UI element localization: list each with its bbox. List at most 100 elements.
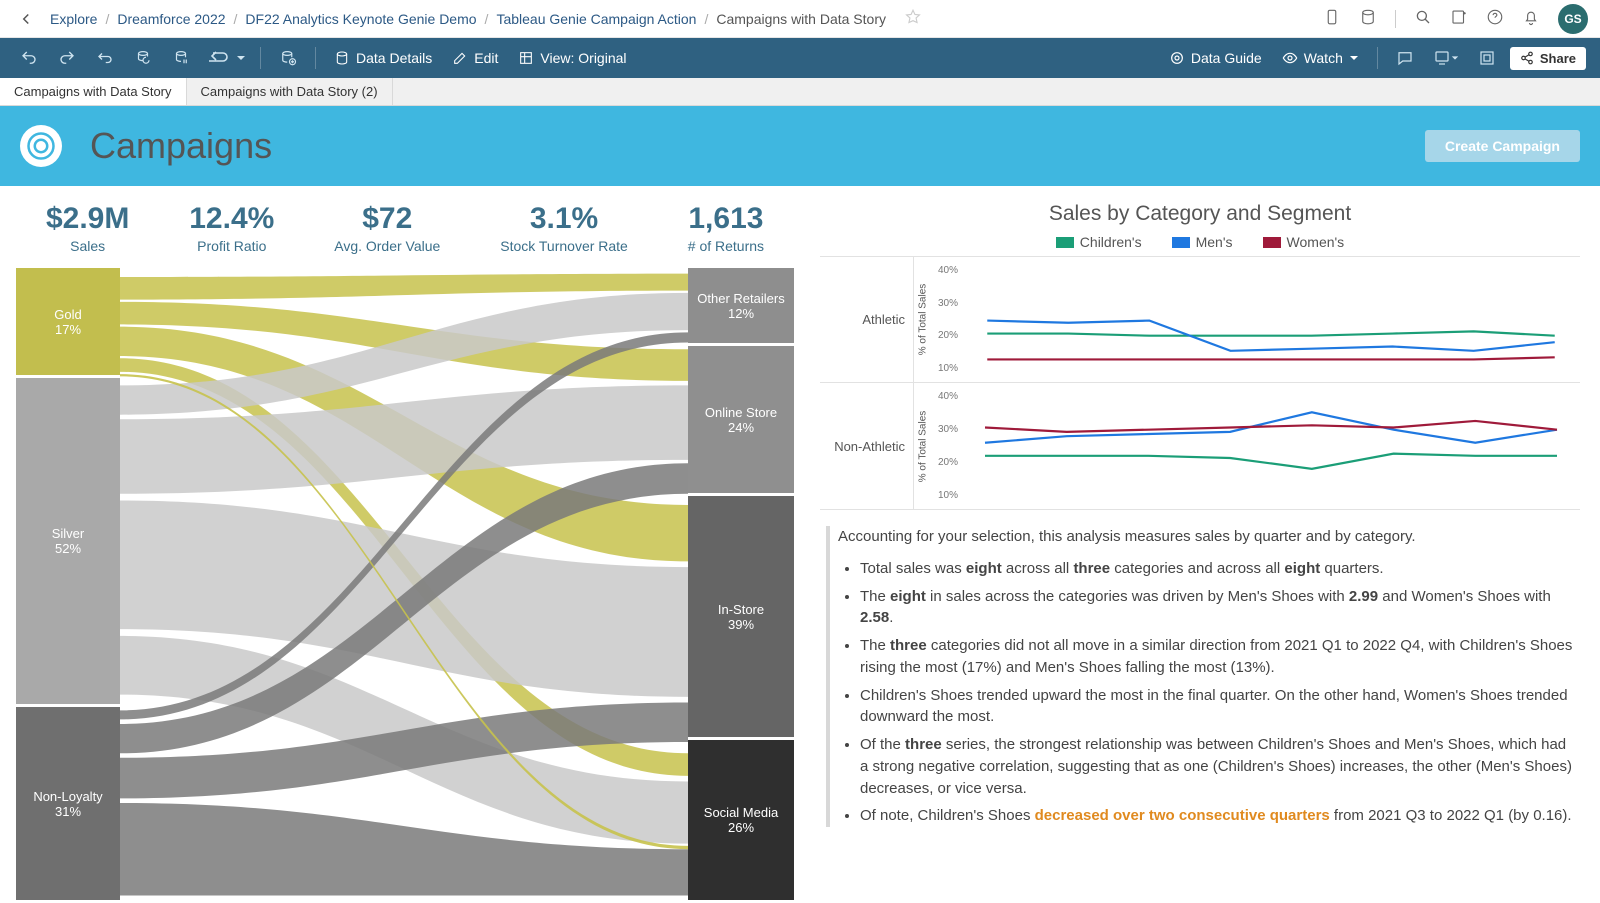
sheet-tab[interactable]: Campaigns with Data Story (2) bbox=[187, 78, 393, 105]
legend-item-childrens[interactable]: Children's bbox=[1056, 234, 1142, 250]
node-pct: 31% bbox=[55, 804, 81, 819]
breadcrumb-sep: / bbox=[704, 11, 708, 27]
breadcrumb-link[interactable]: Tableau Genie Campaign Action bbox=[496, 11, 696, 27]
sankey-node-online-store[interactable]: Online Store24% bbox=[688, 343, 794, 493]
story-bullet: The eight in sales across the categories… bbox=[860, 586, 1576, 630]
node-pct: 26% bbox=[728, 820, 754, 835]
chart-row-athletic: Athletic % of Total Sales 40%30%20%10% bbox=[820, 257, 1580, 383]
sankey-node-in-store[interactable]: In-Store39% bbox=[688, 493, 794, 737]
pause-data-button[interactable] bbox=[166, 43, 196, 73]
new-data-source-button[interactable] bbox=[273, 43, 303, 73]
toolbar: Data Details Edit View: Original Data Gu… bbox=[0, 38, 1600, 78]
toolbar-divider bbox=[315, 47, 316, 69]
sankey-chart[interactable]: Gold17% Silver52% Non-Loyalty31% bbox=[16, 268, 794, 900]
new-item-icon[interactable] bbox=[1450, 8, 1468, 29]
node-pct: 12% bbox=[728, 306, 754, 321]
story-bullet: Of the three series, the strongest relat… bbox=[860, 734, 1576, 799]
back-button[interactable] bbox=[12, 5, 40, 33]
edit-label: Edit bbox=[474, 50, 498, 66]
story-bullet-list: Total sales was eight across all three c… bbox=[838, 558, 1576, 827]
legend-item-womens[interactable]: Women's bbox=[1263, 234, 1345, 250]
breadcrumb-sep: / bbox=[105, 11, 109, 27]
sheet-tab[interactable]: Campaigns with Data Story bbox=[0, 78, 187, 105]
user-avatar[interactable]: GS bbox=[1558, 4, 1588, 34]
fullscreen-button[interactable] bbox=[1472, 43, 1502, 73]
swatch-icon bbox=[1172, 237, 1190, 248]
node-name: Gold bbox=[54, 307, 81, 322]
legend-label: Children's bbox=[1080, 234, 1142, 250]
watch-dropdown[interactable]: Watch bbox=[1276, 46, 1365, 70]
y-axis-label: % of Total Sales bbox=[914, 383, 932, 509]
kpi-sales: $2.9M Sales bbox=[46, 202, 129, 254]
sankey-node-nonloyalty[interactable]: Non-Loyalty31% bbox=[16, 704, 120, 900]
node-name: Non-Loyalty bbox=[33, 789, 102, 804]
edit-button[interactable]: Edit bbox=[446, 46, 504, 70]
sankey-node-social-media[interactable]: Social Media26% bbox=[688, 737, 794, 900]
node-pct: 52% bbox=[55, 541, 81, 556]
line-chart-nonathletic[interactable] bbox=[962, 383, 1580, 509]
data-source-icon[interactable] bbox=[1359, 8, 1377, 29]
left-panel: $2.9M Sales 12.4% Profit Ratio $72Avg. Ord… bbox=[0, 186, 810, 900]
line-chart-athletic[interactable] bbox=[962, 257, 1580, 382]
story-bullet: Of note, Children's Shoes decreased over… bbox=[860, 805, 1576, 827]
kpi-label: Profit Ratio bbox=[189, 238, 274, 254]
breadcrumb-link[interactable]: DF22 Analytics Keynote Genie Demo bbox=[245, 11, 476, 27]
watch-label: Watch bbox=[1304, 50, 1343, 66]
sankey-node-silver[interactable]: Silver52% bbox=[16, 375, 120, 704]
comments-button[interactable] bbox=[1390, 43, 1420, 73]
help-icon[interactable] bbox=[1486, 8, 1504, 29]
redo-button[interactable] bbox=[52, 43, 82, 73]
kpi-row: $2.9M Sales 12.4% Profit Ratio $72Avg. Ord… bbox=[16, 202, 794, 254]
data-details-button[interactable]: Data Details bbox=[328, 46, 438, 70]
kpi-returns: 1,613# of Returns bbox=[688, 202, 764, 254]
node-name: Silver bbox=[52, 526, 85, 541]
swatch-icon bbox=[1056, 237, 1074, 248]
kpi-value: $2.9M bbox=[46, 202, 129, 236]
sankey-target-nodes: Other Retailers12% Online Store24% In-St… bbox=[688, 268, 794, 900]
page-title: Campaigns bbox=[90, 125, 272, 167]
node-name: Online Store bbox=[705, 405, 777, 420]
revert-button[interactable] bbox=[90, 43, 120, 73]
kpi-value: $72 bbox=[334, 202, 440, 236]
chart-row-nonathletic: Non-Athletic % of Total Sales 40%30%20%1… bbox=[820, 383, 1580, 509]
replay-animation-button[interactable] bbox=[204, 43, 248, 73]
data-details-label: Data Details bbox=[356, 50, 432, 66]
create-campaign-button[interactable]: Create Campaign bbox=[1425, 130, 1580, 162]
kpi-value: 12.4% bbox=[189, 202, 274, 236]
row-label: Athletic bbox=[820, 257, 914, 382]
breadcrumb-sep: / bbox=[485, 11, 489, 27]
kpi-label: Sales bbox=[46, 238, 129, 254]
legend-item-mens[interactable]: Men's bbox=[1172, 234, 1233, 250]
share-button[interactable]: Share bbox=[1510, 47, 1586, 70]
favorite-star-icon[interactable] bbox=[904, 8, 922, 29]
refresh-data-button[interactable] bbox=[128, 43, 158, 73]
row-label: Non-Athletic bbox=[820, 383, 914, 509]
search-icon[interactable] bbox=[1414, 8, 1432, 29]
node-name: In-Store bbox=[718, 602, 764, 617]
data-guide-label: Data Guide bbox=[1191, 50, 1262, 66]
toolbar-divider bbox=[1377, 47, 1378, 69]
share-label: Share bbox=[1540, 51, 1576, 66]
kpi-label: Stock Turnover Rate bbox=[500, 238, 628, 254]
kpi-value: 3.1% bbox=[500, 202, 628, 236]
breadcrumb-current: Campaigns with Data Story bbox=[716, 11, 886, 27]
swatch-icon bbox=[1263, 237, 1281, 248]
view-selector[interactable]: View: Original bbox=[512, 46, 632, 70]
breadcrumb-link[interactable]: Explore bbox=[50, 11, 97, 27]
undo-button[interactable] bbox=[14, 43, 44, 73]
sankey-node-other-retailers[interactable]: Other Retailers12% bbox=[688, 268, 794, 343]
dashboard-banner: Campaigns Create Campaign bbox=[0, 106, 1600, 186]
download-dropdown[interactable] bbox=[1428, 43, 1464, 73]
device-preview-icon[interactable] bbox=[1323, 8, 1341, 29]
view-label: View: Original bbox=[540, 50, 626, 66]
notifications-icon[interactable] bbox=[1522, 8, 1540, 29]
sankey-node-gold[interactable]: Gold17% bbox=[16, 268, 120, 375]
kpi-avg-order: $72Avg. Order Value bbox=[334, 202, 440, 254]
data-guide-button[interactable]: Data Guide bbox=[1163, 46, 1268, 70]
data-story: Accounting for your selection, this anal… bbox=[820, 510, 1580, 833]
legend-label: Men's bbox=[1196, 234, 1233, 250]
node-pct: 24% bbox=[728, 420, 754, 435]
breadcrumb: Explore / Dreamforce 2022 / DF22 Analyti… bbox=[50, 8, 922, 29]
breadcrumb-link[interactable]: Dreamforce 2022 bbox=[117, 11, 225, 27]
kpi-label: # of Returns bbox=[688, 238, 764, 254]
